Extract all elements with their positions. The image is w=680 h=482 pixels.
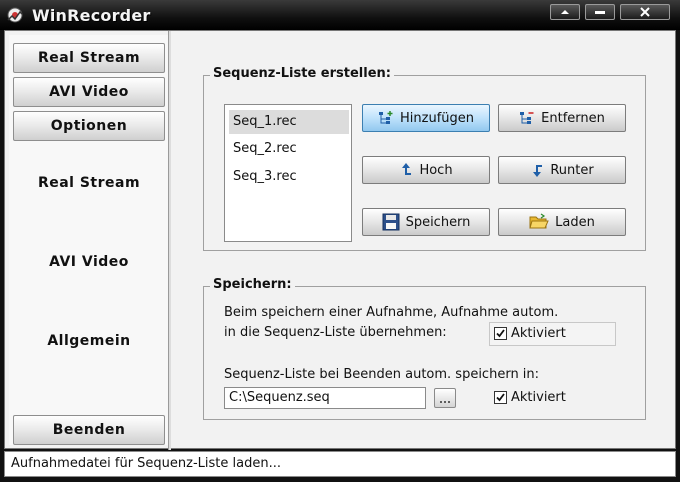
load-button-label: Laden bbox=[555, 214, 595, 230]
app-window: WinRecorder Real Stream AVI Video Option… bbox=[0, 0, 680, 482]
sidebar-divider bbox=[168, 31, 171, 450]
arrow-down-icon bbox=[533, 165, 543, 177]
nav-section-real-stream[interactable]: Real Stream bbox=[13, 175, 165, 191]
sidebar: Real Stream AVI Video Optionen Real Stre… bbox=[9, 35, 169, 445]
window-title: WinRecorder bbox=[32, 6, 151, 25]
close-button[interactable] bbox=[620, 4, 670, 20]
list-item[interactable]: Seq_2.rec bbox=[229, 137, 349, 161]
status-bar: Aufnahmedatei für Sequenz-Liste laden... bbox=[4, 451, 676, 477]
down-button-label: Runter bbox=[550, 162, 594, 178]
remove-button-label: Entfernen bbox=[541, 110, 605, 126]
sequence-group: Sequenz-Liste erstellen: Seq_1.rec Seq_2… bbox=[203, 66, 646, 251]
auto-add-description-line1: Beim speichern einer Aufnahme, Aufnahme … bbox=[224, 305, 559, 320]
maximize-icon bbox=[595, 11, 605, 14]
exit-button[interactable]: Beenden bbox=[13, 415, 165, 445]
auto-save-checkbox-box[interactable] bbox=[494, 391, 507, 404]
auto-save-checkbox[interactable]: Aktiviert bbox=[494, 390, 566, 405]
nav-section-avi-video[interactable]: AVI Video bbox=[13, 254, 165, 270]
nav-button-optionen[interactable]: Optionen bbox=[13, 111, 165, 141]
auto-save-checkbox-label: Aktiviert bbox=[511, 390, 566, 405]
remove-button[interactable]: Entfernen bbox=[498, 104, 626, 132]
auto-add-checkbox-label: Aktiviert bbox=[511, 326, 566, 341]
load-button[interactable]: Laden bbox=[498, 208, 626, 236]
ellipsis-icon bbox=[440, 401, 450, 403]
folder-open-icon bbox=[529, 213, 549, 229]
save-button[interactable]: Speichern bbox=[362, 208, 490, 236]
checkmark-icon bbox=[496, 393, 505, 402]
list-item[interactable]: Seq_3.rec bbox=[229, 165, 349, 189]
floppy-disk-icon bbox=[382, 213, 400, 231]
nav-button-real-stream[interactable]: Real Stream bbox=[13, 43, 165, 73]
client-area: Real Stream AVI Video Optionen Real Stre… bbox=[4, 30, 676, 450]
tree-add-icon bbox=[379, 111, 393, 124]
tree-remove-icon bbox=[520, 112, 534, 124]
down-button[interactable]: Runter bbox=[498, 156, 626, 184]
arrow-up-icon bbox=[402, 163, 412, 175]
auto-add-checkbox-box[interactable] bbox=[494, 327, 507, 340]
list-item[interactable]: Seq_1.rec bbox=[229, 110, 349, 134]
close-icon bbox=[640, 7, 650, 17]
auto-add-description-line2: in die Sequenz-Liste übernehmen: bbox=[224, 325, 447, 340]
sequence-list[interactable]: Seq_1.rec Seq_2.rec Seq_3.rec bbox=[224, 104, 352, 242]
save-group-title: Speichern: bbox=[210, 277, 295, 292]
up-button[interactable]: Hoch bbox=[362, 156, 490, 184]
auto-save-description: Sequenz-Liste bei Beenden autom. speiche… bbox=[224, 367, 540, 382]
minimize-button[interactable] bbox=[550, 4, 580, 20]
up-button-label: Hoch bbox=[419, 162, 453, 178]
browse-path-button[interactable] bbox=[434, 388, 456, 408]
title-bar[interactable]: WinRecorder bbox=[0, 0, 680, 30]
save-button-label: Speichern bbox=[405, 214, 471, 230]
checkmark-icon bbox=[496, 329, 505, 338]
save-settings-group: Speichern: Beim speichern einer Aufnahme… bbox=[203, 277, 646, 420]
maximize-button[interactable] bbox=[585, 4, 615, 20]
add-button-label: Hinzufügen bbox=[400, 110, 474, 126]
add-button[interactable]: Hinzufügen bbox=[362, 104, 490, 132]
nav-section-allgemein[interactable]: Allgemein bbox=[13, 333, 165, 349]
app-logo-icon bbox=[7, 7, 23, 23]
nav-button-avi-video[interactable]: AVI Video bbox=[13, 77, 165, 107]
sequence-group-title: Sequenz-Liste erstellen: bbox=[210, 66, 394, 81]
minimize-icon bbox=[561, 10, 569, 14]
auto-add-checkbox[interactable]: Aktiviert bbox=[494, 326, 566, 341]
sequence-path-input[interactable]: C:\Sequenz.seq bbox=[224, 387, 426, 409]
